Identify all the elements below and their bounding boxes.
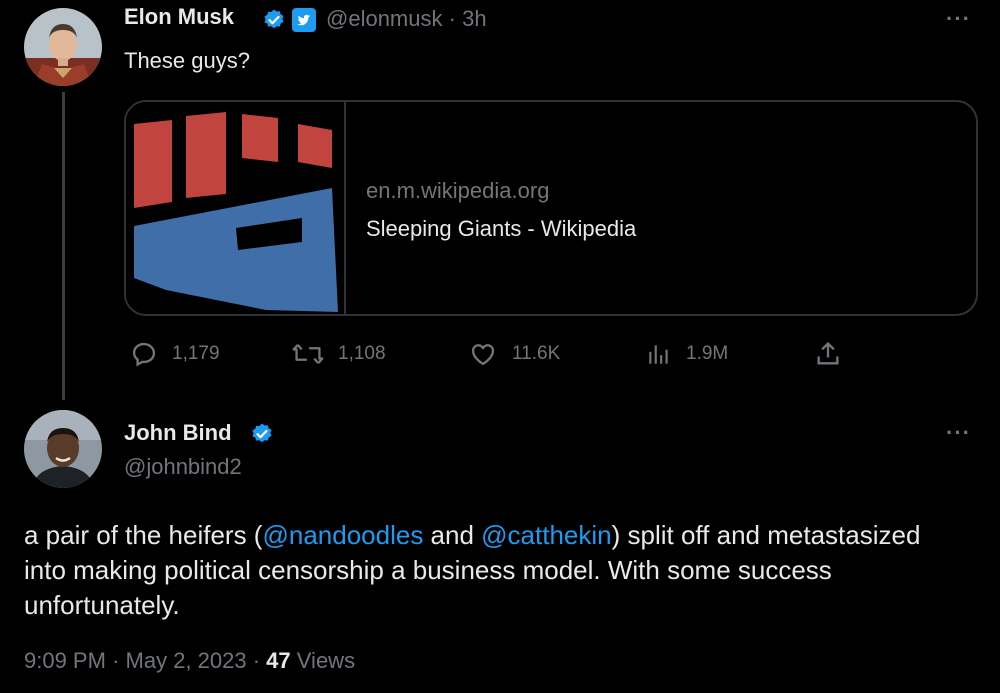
reply-icon <box>132 342 156 367</box>
john-avatar[interactable] <box>24 410 102 488</box>
author-name[interactable]: John Bind <box>124 420 232 446</box>
heart-icon <box>471 344 495 366</box>
reply-text: a pair of the heifers (@nandoodles and @… <box>24 518 964 623</box>
author-handle[interactable]: @elonmusk · 3h <box>326 6 487 32</box>
separator-dot: · <box>252 648 261 673</box>
views-count: 1.9M <box>686 343 729 364</box>
verified-badge-icon <box>264 9 284 29</box>
mention-link[interactable]: @nandoodles <box>262 520 423 550</box>
card-title: Sleeping Giants - Wikipedia <box>366 216 637 241</box>
tweet-date[interactable]: May 2, 2023 <box>126 648 247 673</box>
text-part: a pair of the heifers ( <box>24 520 263 550</box>
twitter-bird-icon <box>292 8 316 32</box>
like-count: 11.6K <box>512 343 561 364</box>
tweet-text: These guys? <box>124 48 250 73</box>
link-card[interactable]: en.m.wikipedia.org Sleeping Giants - Wik… <box>124 100 978 316</box>
reply-count: 1,179 <box>172 343 220 364</box>
retweet-icon <box>292 344 324 364</box>
tweet-time[interactable]: 9:09 PM <box>24 648 106 673</box>
retweet-count: 1,108 <box>338 343 386 364</box>
tweet-time[interactable]: 3h <box>462 6 486 31</box>
tweet-meta: 9:09 PM · May 2, 2023 · 47 Views <box>24 648 355 674</box>
elon-avatar[interactable] <box>24 8 102 86</box>
views-label: Views <box>296 648 356 673</box>
views-count[interactable]: 47 <box>266 648 290 673</box>
card-domain: en.m.wikipedia.org <box>366 178 550 203</box>
author-name[interactable]: Elon Musk <box>124 4 234 30</box>
author-handle[interactable]: @johnbind2 <box>124 454 242 480</box>
sleeping-giants-fist-logo <box>134 112 338 312</box>
handle-text[interactable]: @elonmusk <box>326 6 443 31</box>
separator-dot: · <box>112 648 120 673</box>
share-button[interactable] <box>814 340 842 368</box>
views-button[interactable]: 1.9M <box>646 340 728 368</box>
more-icon[interactable]: ··· <box>946 8 971 30</box>
thread-line <box>62 92 65 400</box>
share-icon <box>817 342 839 365</box>
like-button[interactable]: 11.6K <box>468 340 560 368</box>
card-image <box>126 102 346 314</box>
separator-dot: · <box>448 6 456 31</box>
retweet-button[interactable]: 1,108 <box>292 340 386 368</box>
verified-badge-icon <box>252 423 272 443</box>
mention-link[interactable]: @catthekin <box>481 520 611 550</box>
text-part: and <box>423 520 482 550</box>
analytics-icon <box>649 345 668 364</box>
more-icon[interactable]: ··· <box>946 422 971 444</box>
reply-button[interactable]: 1,179 <box>130 340 220 368</box>
